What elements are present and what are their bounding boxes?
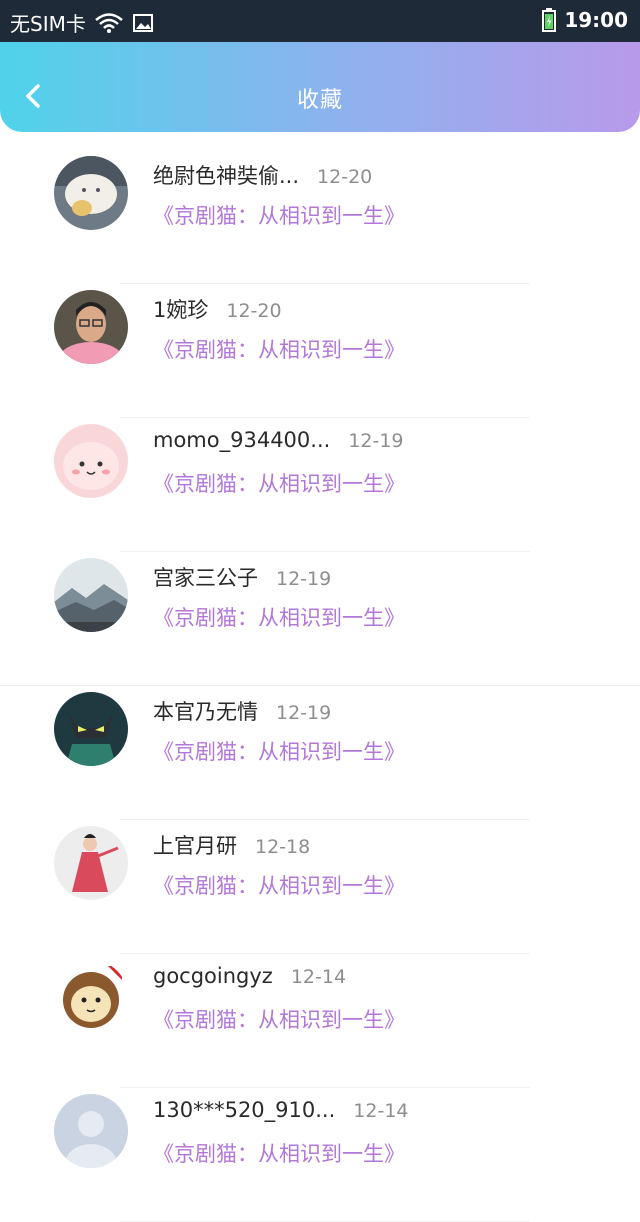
wifi-icon bbox=[95, 12, 123, 33]
default-avatar-icon bbox=[54, 1094, 128, 1168]
name-row: 本官乃无情 12-19 bbox=[153, 696, 331, 726]
avatar[interactable] bbox=[54, 424, 128, 498]
avatar[interactable] bbox=[54, 1094, 128, 1168]
avatar-red-dress-figure-image bbox=[54, 826, 128, 900]
list-item[interactable]: gocgoingyz 12-14 《京剧猫：从相识到一生》 bbox=[0, 954, 640, 1088]
list-item[interactable]: 宫家三公子 12-19 《京剧猫：从相识到一生》 bbox=[0, 552, 640, 686]
date-label: 12-20 bbox=[226, 300, 282, 322]
list-item[interactable]: 130***520_910... 12-14 《京剧猫：从相识到一生》 bbox=[0, 1088, 640, 1222]
favorites-list: 绝尉色神奘偷... 12-20 《京剧猫：从相识到一生》 1婉珍 12-20 《… bbox=[0, 150, 640, 1222]
date-label: 12-20 bbox=[317, 166, 373, 188]
name-row: 绝尉色神奘偷... 12-20 bbox=[153, 160, 372, 190]
avatar[interactable] bbox=[54, 692, 128, 766]
avatar-dark-cat-image bbox=[54, 692, 128, 766]
name-row: 上官月研 12-18 bbox=[153, 830, 310, 860]
avatar[interactable] bbox=[54, 290, 128, 364]
list-item[interactable]: momo_934400... 12-19 《京剧猫：从相识到一生》 bbox=[0, 418, 640, 552]
avatar[interactable] bbox=[54, 558, 128, 632]
user-name: 130***520_910... bbox=[153, 1098, 336, 1122]
user-name: 1婉珍 bbox=[153, 298, 209, 322]
avatar-white-cat-image bbox=[54, 156, 128, 230]
list-item[interactable]: 本官乃无情 12-19 《京剧猫：从相识到一生》 bbox=[0, 686, 640, 820]
status-right: 19:00 bbox=[542, 8, 628, 32]
carrier-label: 无SIM卡 bbox=[10, 12, 86, 36]
status-left: 无SIM卡 bbox=[10, 8, 162, 37]
user-name: 宫家三公子 bbox=[153, 566, 258, 590]
work-title[interactable]: 《京剧猫：从相识到一生》 bbox=[153, 602, 405, 632]
date-label: 12-19 bbox=[276, 702, 332, 724]
user-name: 本官乃无情 bbox=[153, 700, 258, 724]
avatar-mountain-landscape-image bbox=[54, 558, 128, 632]
date-label: 12-19 bbox=[276, 568, 332, 590]
date-label: 12-18 bbox=[255, 836, 311, 858]
user-name: 上官月研 bbox=[153, 834, 237, 858]
avatar[interactable] bbox=[54, 960, 128, 1034]
status-bar: 无SIM卡 19:00 bbox=[0, 0, 640, 42]
avatar[interactable] bbox=[54, 156, 128, 230]
date-label: 12-14 bbox=[353, 1100, 409, 1122]
user-name: gocgoingyz bbox=[153, 964, 273, 988]
list-item[interactable]: 上官月研 12-18 《京剧猫：从相识到一生》 bbox=[0, 820, 640, 954]
user-name: momo_934400... bbox=[153, 428, 331, 452]
list-item[interactable]: 绝尉色神奘偷... 12-20 《京剧猫：从相识到一生》 bbox=[0, 150, 640, 284]
avatar-cartoon-monkey-image bbox=[54, 960, 128, 1034]
work-title[interactable]: 《京剧猫：从相识到一生》 bbox=[153, 334, 405, 364]
avatar-person-photo-image bbox=[54, 290, 128, 364]
name-row: 1婉珍 12-20 bbox=[153, 294, 282, 324]
name-row: 130***520_910... 12-14 bbox=[153, 1098, 409, 1122]
work-title[interactable]: 《京剧猫：从相识到一生》 bbox=[153, 468, 405, 498]
name-row: gocgoingyz 12-14 bbox=[153, 964, 346, 988]
work-title[interactable]: 《京剧猫：从相识到一生》 bbox=[153, 1138, 405, 1168]
work-title[interactable]: 《京剧猫：从相识到一生》 bbox=[153, 870, 405, 900]
user-name: 绝尉色神奘偷... bbox=[153, 164, 300, 188]
list-item[interactable]: 1婉珍 12-20 《京剧猫：从相识到一生》 bbox=[0, 284, 640, 418]
work-title[interactable]: 《京剧猫：从相识到一生》 bbox=[153, 1004, 405, 1034]
avatar[interactable] bbox=[54, 826, 128, 900]
work-title[interactable]: 《京剧猫：从相识到一生》 bbox=[153, 736, 405, 766]
page-title: 收藏 bbox=[296, 88, 343, 113]
date-label: 12-14 bbox=[290, 966, 347, 988]
date-label: 12-19 bbox=[348, 430, 404, 452]
avatar-pink-cartoon-image bbox=[54, 424, 128, 498]
battery-icon bbox=[542, 8, 557, 32]
clock-time: 19:00 bbox=[564, 8, 628, 32]
header-bar: 收藏 bbox=[0, 42, 640, 132]
image-icon bbox=[132, 13, 153, 32]
name-row: 宫家三公子 12-19 bbox=[153, 562, 331, 592]
name-row: momo_934400... 12-19 bbox=[153, 428, 404, 452]
work-title[interactable]: 《京剧猫：从相识到一生》 bbox=[153, 200, 405, 230]
